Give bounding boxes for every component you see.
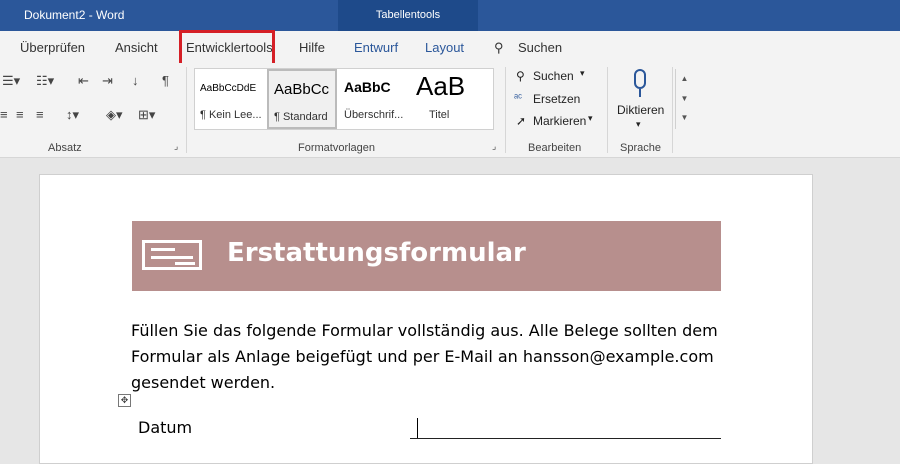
align-center-icon[interactable]: ≡ <box>16 107 24 122</box>
instructions-paragraph: Füllen Sie das folgende Formular vollstä… <box>131 321 718 392</box>
style-no-spacing[interactable]: AaBbCcDdE ¶ Kein Lee... <box>195 69 265 129</box>
dictate-button[interactable]: Diktieren <box>617 103 664 117</box>
numbering-icon[interactable]: ☷▾ <box>36 73 54 89</box>
group-label-bearbeiten: Bearbeiten <box>528 142 582 154</box>
microphone-icon[interactable] <box>631 69 649 99</box>
group-separator <box>672 67 673 153</box>
styles-scroll[interactable]: ▲ ▼ ▼ <box>675 69 693 129</box>
dictate-dropdown-icon[interactable]: ▾ <box>636 119 641 130</box>
style-title[interactable]: AaB Titel <box>411 69 471 129</box>
document-page[interactable]: Erstattungsformular Füllen Sie das folge… <box>39 174 813 464</box>
group-separator <box>186 67 187 153</box>
select-dropdown-icon[interactable]: ▾ <box>588 113 593 124</box>
title-bar: Dokument2 - Word Tabellentools <box>0 0 900 31</box>
tell-me-search[interactable]: Suchen <box>518 40 562 55</box>
decrease-indent-icon[interactable]: ⇤ <box>78 73 89 89</box>
document-title: Dokument2 - Word <box>24 8 125 22</box>
form-title: Erstattungsformular <box>227 238 526 268</box>
tab-help[interactable]: Hilfe <box>299 40 325 55</box>
increase-indent-icon[interactable]: ⇥ <box>102 73 113 89</box>
title-banner: Erstattungsformular <box>132 221 721 291</box>
shading-icon[interactable]: ◈▾ <box>106 107 123 123</box>
style-standard[interactable]: AaBbCc ¶ Standard <box>267 69 337 129</box>
group-separator <box>505 67 506 153</box>
tab-view[interactable]: Ansicht <box>115 40 158 55</box>
style-heading[interactable]: AaBbC Überschrif... <box>339 69 409 129</box>
sort-icon[interactable]: ↓ <box>132 73 139 88</box>
replace-button[interactable]: Ersetzen <box>533 92 580 106</box>
tab-layout[interactable]: Layout <box>425 40 464 55</box>
find-icon[interactable]: ⚲ <box>516 69 525 83</box>
ribbon-tabs: Überprüfen Ansicht Entwicklertools Hilfe… <box>0 31 900 63</box>
replace-icon[interactable]: ᵃᶜ <box>514 92 522 104</box>
date-input-line[interactable] <box>410 438 721 439</box>
borders-icon[interactable]: ⊞▾ <box>138 107 155 123</box>
pilcrow-icon[interactable]: ¶ <box>162 73 169 88</box>
align-left-icon[interactable]: ≡ <box>0 107 8 122</box>
select-icon[interactable]: ➚ <box>516 114 526 128</box>
styles-dialog-launcher-icon[interactable]: ⌟ <box>492 141 496 152</box>
check-icon <box>142 240 202 270</box>
date-label: Datum <box>138 418 193 437</box>
chevron-down-icon[interactable]: ▼ <box>676 89 693 109</box>
search-icon[interactable]: ⚲ <box>494 40 504 56</box>
text-cursor <box>417 418 418 439</box>
more-icon[interactable]: ▼ <box>676 109 693 127</box>
bullets-icon[interactable]: ☰▾ <box>2 73 20 89</box>
developer-tab-highlight <box>179 30 275 66</box>
select-button[interactable]: Markieren <box>533 114 586 128</box>
group-separator <box>607 67 608 153</box>
group-label-absatz: Absatz <box>48 142 82 154</box>
tab-design[interactable]: Entwurf <box>354 40 398 55</box>
find-dropdown-icon[interactable]: ▾ <box>580 68 585 79</box>
group-label-formatvorlagen: Formatvorlagen <box>298 142 376 154</box>
styles-gallery: AaBbCcDdE ¶ Kein Lee... AaBbCc ¶ Standar… <box>194 68 688 130</box>
align-justify-icon[interactable]: ≡ <box>36 107 44 122</box>
line-spacing-icon[interactable]: ↕▾ <box>66 107 79 123</box>
table-tools-context-tab: Tabellentools <box>338 0 478 31</box>
chevron-up-icon[interactable]: ▲ <box>676 69 693 89</box>
group-label-sprache: Sprache <box>620 142 661 154</box>
absatz-dialog-launcher-icon[interactable]: ⌟ <box>174 141 178 152</box>
tab-review[interactable]: Überprüfen <box>20 40 85 55</box>
ribbon: ☰▾ ☷▾ ⇤ ⇥ ↓ ¶ ≡ ≡ ≡ ↕▾ ◈▾ ⊞▾ Absatz ⌟ Aa… <box>0 63 900 158</box>
document-area: Erstattungsformular Füllen Sie das folge… <box>0 158 900 464</box>
table-move-handle-icon[interactable]: ✥ <box>118 394 131 407</box>
find-button[interactable]: Suchen <box>533 69 574 83</box>
